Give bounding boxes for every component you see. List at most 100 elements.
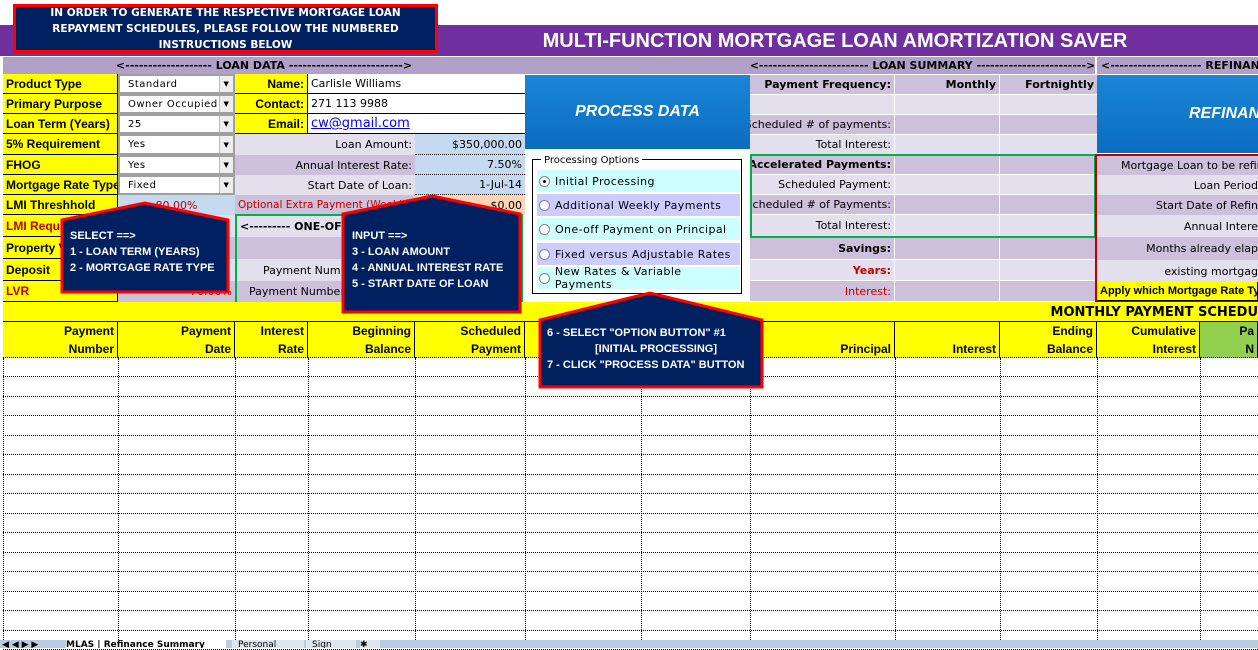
column-header[interactable]: Scheduled Payment <box>415 322 525 358</box>
table-row <box>3 475 1258 494</box>
fortnightly-value: Fortnightly <box>1000 75 1097 95</box>
monthly-value: Monthly <box>895 75 1000 95</box>
column-header-line: Principal <box>840 341 891 356</box>
field-dropdown[interactable]: Standard ▼ <box>118 74 235 94</box>
column-header[interactable]: Payment Date <box>118 322 235 358</box>
fortnightly-value <box>1000 135 1097 155</box>
extra-payment-label: Optional Extra Payment (Weekly) <box>235 195 415 215</box>
radio-button-icon[interactable] <box>539 199 550 211</box>
fortnightly-value <box>1000 115 1097 135</box>
input-callout: INPUT ==> 3 - LOAN AMOUNT 4 - ANNUAL INT… <box>352 228 503 292</box>
dropdown-value: Fixed <box>128 179 157 191</box>
column-header[interactable]: Beginning Balance <box>308 322 415 358</box>
field-label: FHOG <box>3 155 118 175</box>
page-title: MULTI-FUNCTION MORTGAGE LOAN AMORTIZATIO… <box>542 29 1128 52</box>
start-date-input[interactable]: 1-Jul-14 <box>415 175 525 195</box>
field-dropdown[interactable]: Fixed ▼ <box>118 175 235 195</box>
chevron-down-icon[interactable]: ▼ <box>219 136 233 153</box>
callout-line: 4 - ANNUAL INTEREST RATE <box>352 262 504 274</box>
column-divider <box>641 358 642 640</box>
column-divider <box>525 358 526 640</box>
callout-line: INPUT ==> <box>352 230 408 242</box>
name-label: Name: <box>235 74 308 94</box>
chevron-down-icon[interactable]: ▼ <box>219 177 233 193</box>
contact-field[interactable]: 271 113 9988 <box>308 94 525 114</box>
column-header[interactable]: Ending Balance <box>1000 322 1097 358</box>
column-divider <box>3 358 4 640</box>
extra-payment-input[interactable]: $0.00 <box>415 195 525 215</box>
header-spacer <box>525 57 750 74</box>
field-dropdown[interactable]: Yes ▼ <box>118 134 235 155</box>
email-link[interactable]: cw@gmail.com <box>308 114 525 134</box>
callout-line: 6 - SELECT "OPTION BUTTON" #1 <box>547 327 726 339</box>
column-header[interactable]: Cumulative Interest <box>1097 322 1200 358</box>
sheet-tab-active[interactable]: MLAS | Refinance Summary <box>66 640 226 648</box>
sheet-tab[interactable]: Sign <box>306 640 356 648</box>
column-divider <box>118 358 119 640</box>
dropdown-value: 25 <box>128 118 142 130</box>
callout-line: 7 - CLICK "PROCESS DATA" BUTTON <box>547 359 745 371</box>
table-row <box>3 456 1258 475</box>
option-label: Fixed versus Adjustable Rates <box>555 247 731 261</box>
fortnightly-value <box>1000 260 1097 281</box>
option-initial-processing[interactable]: Initial Processing <box>537 170 740 192</box>
option-additional-weekly-payments[interactable]: Additional Weekly Payments <box>537 194 740 216</box>
summary-label: Total Interest: <box>750 135 895 155</box>
column-header-line: Number <box>68 341 114 356</box>
summary-label: Interest: <box>750 281 895 302</box>
table-row <box>3 553 1258 572</box>
chevron-down-icon[interactable]: ▼ <box>219 96 233 112</box>
option-fixed-versus-adjustable-rates[interactable]: Fixed versus Adjustable Rates <box>537 243 740 265</box>
refinance-button[interactable]: REFINANCE <box>1097 75 1258 153</box>
tab-nav-arrows[interactable]: ◀ ◀ ▶ ▶ <box>2 640 62 648</box>
column-header[interactable]: Principal <box>750 322 895 358</box>
table-row <box>3 417 1258 436</box>
column-header[interactable]: Interest <box>895 322 1000 358</box>
summary-label: Payment Frequency: <box>750 75 895 95</box>
column-header[interactable]: Pa N <box>1200 322 1258 358</box>
option-one-off-payment-on-principal[interactable]: One-off Payment on Principal <box>537 218 740 240</box>
column-header-line: Cumulative <box>1131 323 1196 338</box>
callout-line: 3 - LOAN AMOUNT <box>352 246 450 258</box>
column-header[interactable]: Interest Rate <box>235 322 308 358</box>
option-label: Initial Processing <box>555 174 655 188</box>
column-header-line: Payment <box>470 341 521 356</box>
rate-input[interactable]: 7.50% <box>415 155 525 175</box>
lvr-value: 70.00% <box>118 281 235 302</box>
chevron-down-icon[interactable]: ▼ <box>219 76 233 92</box>
chevron-down-icon[interactable]: ▼ <box>219 116 233 132</box>
column-header-line: Interest <box>260 323 304 338</box>
radio-button-icon[interactable] <box>539 272 550 284</box>
sheet-tab[interactable]: Personal <box>232 640 304 648</box>
loan-data-header: <------------------- LOAN DATA ---------… <box>3 57 525 74</box>
start-date-label: Start Date of Loan: <box>235 175 415 195</box>
loan-amount-input[interactable]: $350,000.00 <box>415 134 525 155</box>
column-divider <box>1097 358 1098 640</box>
radio-button-icon[interactable] <box>539 248 550 260</box>
fortnightly-value <box>1000 281 1097 302</box>
new-sheet-icon[interactable]: ✱ <box>360 640 380 648</box>
monthly-value <box>895 237 1000 260</box>
summary-label: Savings: <box>750 237 895 260</box>
name-field[interactable]: Carlisle Williams <box>308 74 525 94</box>
column-header[interactable]: Payment Number <box>3 322 118 358</box>
field-dropdown[interactable]: Owner Occupied ▼ <box>118 94 235 114</box>
callout-line: 2 - MORTGAGE RATE TYPE <box>70 262 215 274</box>
loan-summary-header: <------------------------ LOAN SUMMARY -… <box>750 57 1095 74</box>
column-header-line: Scheduled <box>460 323 521 338</box>
field-label: Loan Term (Years) <box>3 114 118 134</box>
column-header-line: Payment <box>180 323 231 338</box>
column-header-line: Rate <box>277 341 304 356</box>
dropdown-value: Owner Occupied <box>128 98 218 110</box>
column-divider <box>415 358 416 640</box>
dropdown-value: Standard <box>128 78 178 90</box>
column-divider <box>895 358 896 640</box>
option-label: One-off Payment on Principal <box>555 222 727 236</box>
field-dropdown[interactable]: Yes ▼ <box>118 155 235 175</box>
field-dropdown[interactable]: 25 ▼ <box>118 114 235 134</box>
radio-button-icon[interactable] <box>539 175 550 187</box>
process-data-button[interactable]: PROCESS DATA <box>525 75 750 149</box>
radio-button-icon[interactable] <box>539 223 550 235</box>
option-new-rates-variable-payments[interactable]: New Rates & Variable Payments <box>537 265 740 291</box>
chevron-down-icon[interactable]: ▼ <box>219 157 233 173</box>
